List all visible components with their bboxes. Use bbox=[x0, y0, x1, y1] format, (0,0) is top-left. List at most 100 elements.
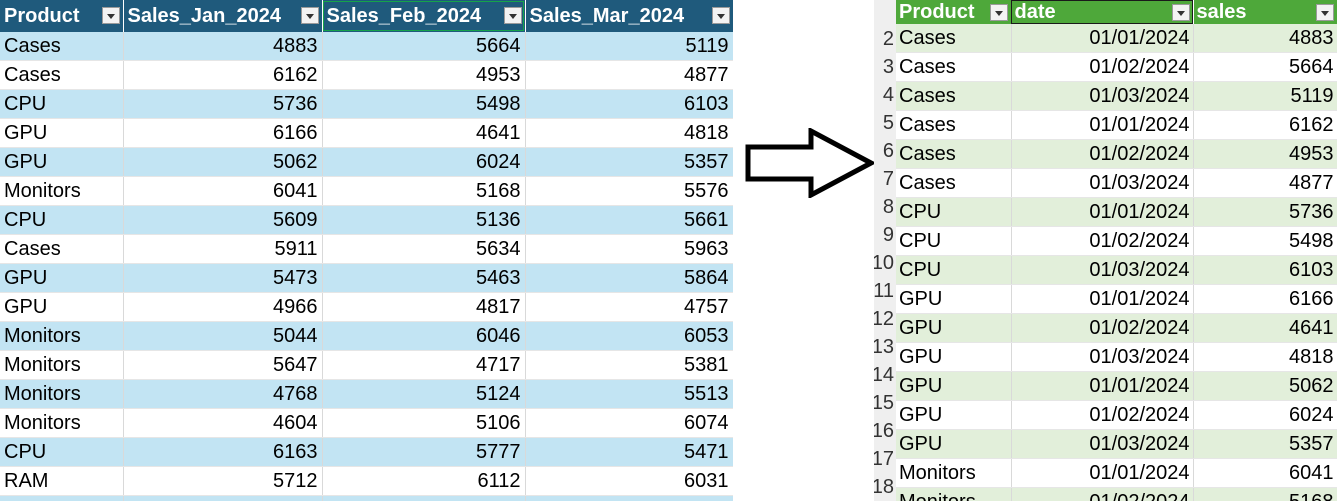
sales-cell[interactable]: 5136 bbox=[322, 205, 526, 235]
row-number[interactable]: 15 bbox=[874, 389, 894, 417]
sales-cell[interactable]: 5661 bbox=[525, 205, 733, 235]
date-cell[interactable]: 01/01/2024 bbox=[1011, 110, 1194, 140]
sales-cell[interactable]: 5357 bbox=[1193, 429, 1337, 459]
sales-cell[interactable]: 6053 bbox=[525, 321, 733, 351]
row-number[interactable]: 8 bbox=[883, 193, 894, 221]
product-cell[interactable]: Monitors bbox=[0, 321, 124, 351]
sales-cell[interactable]: 6031 bbox=[525, 466, 733, 496]
row-number[interactable]: 17 bbox=[874, 445, 894, 473]
column-header-product[interactable]: Product bbox=[0, 0, 124, 32]
sales-cell[interactable]: 4953 bbox=[1193, 139, 1337, 169]
product-cell[interactable]: CPU bbox=[896, 255, 1012, 285]
filter-dropdown-icon[interactable] bbox=[711, 7, 730, 24]
row-number[interactable]: 12 bbox=[874, 305, 894, 333]
row-number[interactable]: 16 bbox=[874, 417, 894, 445]
sales-cell[interactable]: 5062 bbox=[1193, 371, 1337, 401]
sales-cell[interactable]: 4604 bbox=[123, 408, 323, 438]
date-cell[interactable]: 01/02/2024 bbox=[1011, 52, 1194, 82]
product-cell[interactable]: Monitors bbox=[0, 176, 124, 206]
filter-dropdown-icon[interactable] bbox=[1315, 4, 1334, 21]
filter-dropdown-icon[interactable] bbox=[300, 7, 319, 24]
sales-cell[interactable]: 4877 bbox=[1193, 168, 1337, 198]
product-cell[interactable]: GPU bbox=[896, 284, 1012, 314]
sales-cell[interactable]: 5451 bbox=[123, 495, 323, 501]
sales-cell[interactable]: 6166 bbox=[123, 118, 323, 148]
sales-cell[interactable]: 6162 bbox=[1193, 110, 1337, 140]
row-number[interactable]: 10 bbox=[874, 249, 894, 277]
sales-cell[interactable]: 4817 bbox=[322, 292, 526, 322]
sales-cell[interactable]: 5119 bbox=[525, 32, 733, 61]
sales-cell[interactable]: 4717 bbox=[322, 350, 526, 380]
product-cell[interactable]: Cases bbox=[896, 139, 1012, 169]
row-number[interactable]: 4 bbox=[883, 81, 894, 109]
sales-cell[interactable]: 6103 bbox=[1193, 255, 1337, 285]
sales-cell[interactable]: 5819 bbox=[322, 495, 526, 501]
sales-cell[interactable]: 5498 bbox=[322, 89, 526, 119]
product-cell[interactable]: GPU bbox=[896, 313, 1012, 343]
product-cell[interactable]: GPU bbox=[0, 495, 124, 501]
row-number[interactable]: 11 bbox=[874, 277, 894, 305]
sales-cell[interactable]: 5498 bbox=[1193, 226, 1337, 256]
sales-cell[interactable]: 4953 bbox=[322, 60, 526, 90]
sales-cell[interactable]: 5357 bbox=[525, 147, 733, 177]
date-cell[interactable]: 01/02/2024 bbox=[1011, 400, 1194, 430]
product-cell[interactable]: GPU bbox=[0, 292, 124, 322]
filter-dropdown-icon[interactable] bbox=[989, 4, 1008, 21]
sales-cell[interactable]: 5647 bbox=[123, 350, 323, 380]
product-cell[interactable]: GPU bbox=[896, 371, 1012, 401]
sales-cell[interactable]: 5168 bbox=[322, 176, 526, 206]
date-cell[interactable]: 01/01/2024 bbox=[1011, 458, 1194, 488]
sales-cell[interactable]: 6162 bbox=[123, 60, 323, 90]
filter-dropdown-icon[interactable] bbox=[1171, 4, 1190, 21]
sales-cell[interactable]: 4877 bbox=[525, 60, 733, 90]
row-number[interactable]: 13 bbox=[874, 333, 894, 361]
sales-cell[interactable]: 4757 bbox=[525, 292, 733, 322]
column-header-sales-jan-2024[interactable]: Sales_Jan_2024 bbox=[123, 0, 323, 32]
sales-cell[interactable]: 4966 bbox=[123, 292, 323, 322]
sales-cell[interactable]: 5381 bbox=[525, 350, 733, 380]
sales-cell[interactable]: 6046 bbox=[322, 321, 526, 351]
row-number[interactable]: 18 bbox=[874, 473, 894, 501]
row-number[interactable]: 7 bbox=[883, 165, 894, 193]
date-cell[interactable]: 01/03/2024 bbox=[1011, 255, 1194, 285]
date-cell[interactable]: 01/01/2024 bbox=[1011, 197, 1194, 227]
product-cell[interactable]: Monitors bbox=[0, 350, 124, 380]
sales-cell[interactable]: 4768 bbox=[123, 379, 323, 409]
sales-cell[interactable]: 5044 bbox=[123, 321, 323, 351]
product-cell[interactable]: CPU bbox=[0, 437, 124, 467]
sales-cell[interactable]: 5712 bbox=[123, 466, 323, 496]
date-cell[interactable]: 01/03/2024 bbox=[1011, 81, 1194, 111]
date-cell[interactable]: 01/01/2024 bbox=[1011, 284, 1194, 314]
sales-cell[interactable]: 5119 bbox=[1193, 81, 1337, 111]
row-number[interactable]: 6 bbox=[883, 137, 894, 165]
product-cell[interactable]: Monitors bbox=[0, 379, 124, 409]
sales-cell[interactable]: 5471 bbox=[525, 437, 733, 467]
sales-cell[interactable]: 5002 bbox=[525, 495, 733, 501]
filter-dropdown-icon[interactable] bbox=[503, 7, 522, 24]
sales-cell[interactable]: 5777 bbox=[322, 437, 526, 467]
product-cell[interactable]: Cases bbox=[896, 52, 1012, 82]
sales-cell[interactable]: 4641 bbox=[322, 118, 526, 148]
date-cell[interactable]: 01/03/2024 bbox=[1011, 342, 1194, 372]
sales-cell[interactable]: 6074 bbox=[525, 408, 733, 438]
product-cell[interactable]: GPU bbox=[896, 342, 1012, 372]
product-cell[interactable]: Cases bbox=[896, 168, 1012, 198]
sales-cell[interactable]: 6024 bbox=[1193, 400, 1337, 430]
sales-cell[interactable]: 6041 bbox=[123, 176, 323, 206]
product-cell[interactable]: GPU bbox=[0, 147, 124, 177]
sales-cell[interactable]: 5963 bbox=[525, 234, 733, 264]
row-number[interactable]: 5 bbox=[883, 109, 894, 137]
sales-cell[interactable]: 6163 bbox=[123, 437, 323, 467]
sales-cell[interactable]: 5124 bbox=[322, 379, 526, 409]
filter-dropdown-icon[interactable] bbox=[101, 7, 120, 24]
product-cell[interactable]: Cases bbox=[896, 81, 1012, 111]
sales-cell[interactable]: 5664 bbox=[322, 32, 526, 61]
sales-cell[interactable]: 4883 bbox=[1193, 24, 1337, 53]
sales-cell[interactable]: 5736 bbox=[1193, 197, 1337, 227]
product-cell[interactable]: Monitors bbox=[896, 487, 1012, 501]
date-cell[interactable]: 01/03/2024 bbox=[1011, 168, 1194, 198]
sales-cell[interactable]: 5864 bbox=[525, 263, 733, 293]
sales-cell[interactable]: 5664 bbox=[1193, 52, 1337, 82]
date-cell[interactable]: 01/03/2024 bbox=[1011, 429, 1194, 459]
sales-cell[interactable]: 6166 bbox=[1193, 284, 1337, 314]
